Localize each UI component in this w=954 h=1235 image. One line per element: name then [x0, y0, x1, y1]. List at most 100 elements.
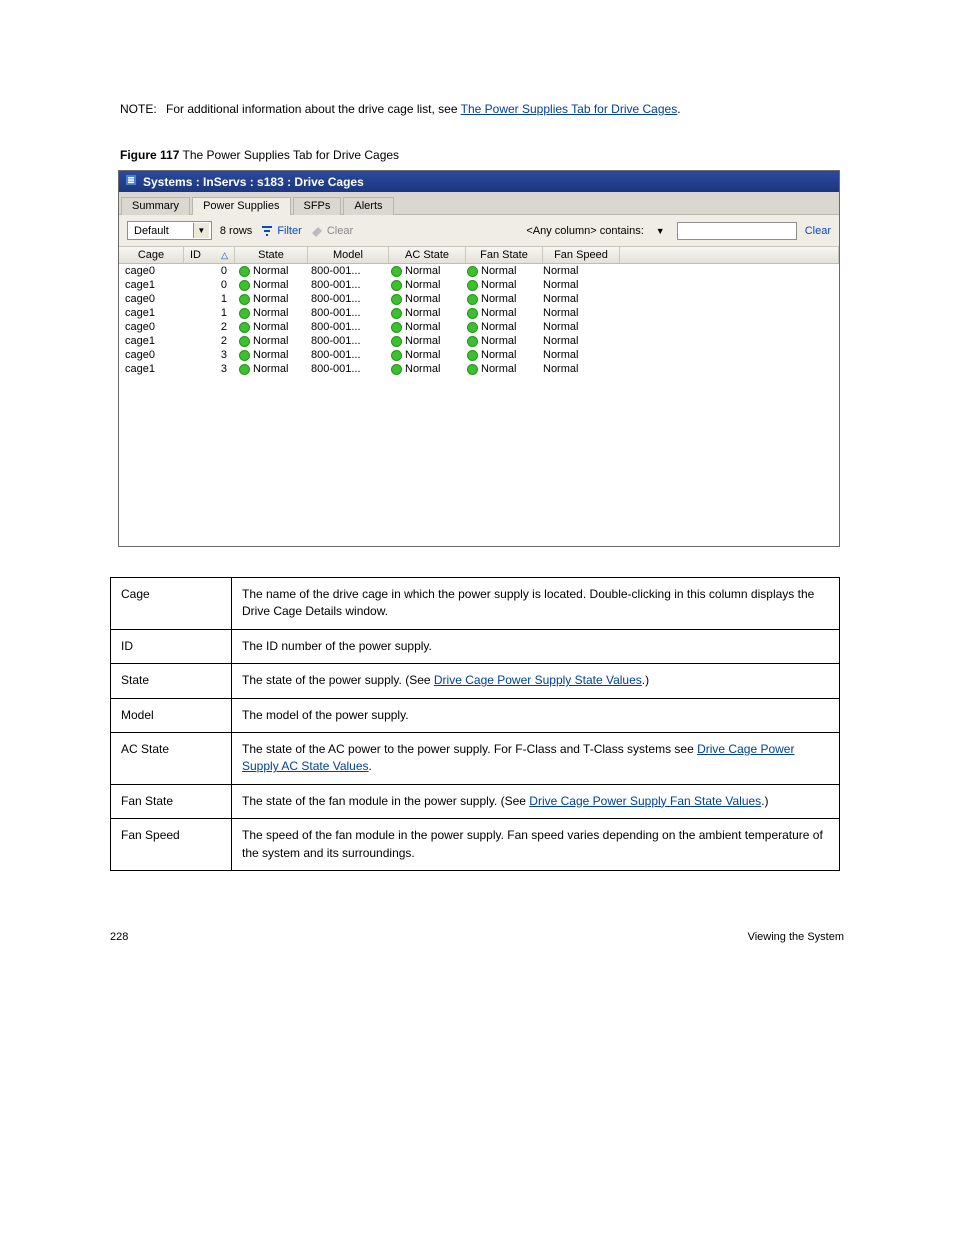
cell-fan-state: Normal: [461, 362, 537, 376]
cell-state: Normal: [233, 320, 305, 334]
tab-power-supplies[interactable]: Power Supplies: [192, 197, 290, 215]
col-state[interactable]: State: [235, 247, 308, 263]
cell-ac-state: Normal: [385, 306, 461, 320]
clear-search-link[interactable]: Clear: [805, 225, 831, 237]
view-dropdown[interactable]: Default ▼: [127, 221, 212, 240]
status-dot-icon: [239, 364, 250, 375]
filter-button[interactable]: Filter: [260, 224, 302, 238]
window-icon: [125, 174, 137, 189]
cell-ac-state: Normal: [385, 348, 461, 362]
status-dot-icon: [239, 350, 250, 361]
cell-cage: cage1: [119, 278, 183, 292]
table-row[interactable]: cage03Normal800-001...NormalNormalNormal: [119, 348, 839, 362]
table-row[interactable]: cage12Normal800-001...NormalNormalNormal: [119, 334, 839, 348]
cell-state: Normal: [233, 306, 305, 320]
desc-row: CageThe name of the drive cage in which …: [111, 578, 840, 630]
cell-fan-speed: Normal: [537, 334, 613, 348]
status-dot-icon: [391, 266, 402, 277]
status-dot-icon: [239, 294, 250, 305]
cell-ac-state: Normal: [385, 264, 461, 278]
description-table: CageThe name of the drive cage in which …: [110, 577, 840, 871]
cell-model: 800-001...: [305, 292, 385, 306]
col-fan-speed[interactable]: Fan Speed: [543, 247, 620, 263]
desc-value: The name of the drive cage in which the …: [232, 578, 840, 630]
filter-icon: [260, 224, 277, 236]
view-dropdown-value: Default: [130, 225, 193, 237]
cell-cage: cage0: [119, 348, 183, 362]
col-ac-state[interactable]: AC State: [389, 247, 466, 263]
table-row[interactable]: cage01Normal800-001...NormalNormalNormal: [119, 292, 839, 306]
desc-key: State: [111, 664, 232, 698]
status-dot-icon: [391, 336, 402, 347]
desc-row: Fan StateThe state of the fan module in …: [111, 784, 840, 818]
cell-model: 800-001...: [305, 320, 385, 334]
desc-key: ID: [111, 629, 232, 663]
sort-asc-icon: △: [221, 250, 228, 261]
note-label: NOTE:: [120, 102, 163, 116]
cell-fan-state: Normal: [461, 334, 537, 348]
cell-model: 800-001...: [305, 278, 385, 292]
note-text-after: .: [677, 102, 680, 116]
tab-alerts[interactable]: Alerts: [343, 197, 393, 215]
search-dropdown-arrow[interactable]: ▼: [652, 226, 669, 236]
table-row[interactable]: cage11Normal800-001...NormalNormalNormal: [119, 306, 839, 320]
table-row[interactable]: cage13Normal800-001...NormalNormalNormal: [119, 362, 839, 376]
desc-key: Fan Speed: [111, 819, 232, 871]
search-input[interactable]: [677, 222, 797, 240]
cell-model: 800-001...: [305, 306, 385, 320]
status-dot-icon: [467, 280, 478, 291]
cell-fan-speed: Normal: [537, 278, 613, 292]
desc-row: StateThe state of the power supply. (See…: [111, 664, 840, 698]
tab-sfps[interactable]: SFPs: [293, 197, 342, 215]
tabstrip: Summary Power Supplies SFPs Alerts: [119, 192, 839, 215]
filter-label: Filter: [277, 224, 301, 236]
status-dot-icon: [239, 280, 250, 291]
status-dot-icon: [467, 294, 478, 305]
desc-value: The state of the fan module in the power…: [232, 784, 840, 818]
cell-state: Normal: [233, 264, 305, 278]
cell-fan-speed: Normal: [537, 292, 613, 306]
cell-fan-state: Normal: [461, 320, 537, 334]
cell-cage: cage0: [119, 264, 183, 278]
note-text-before: For additional information about the dri…: [166, 102, 461, 116]
figure-title: The Power Supplies Tab for Drive Cages: [183, 148, 400, 162]
cell-ac-state: Normal: [385, 292, 461, 306]
desc-value: The state of the AC power to the power s…: [232, 732, 840, 784]
cell-cage: cage1: [119, 334, 183, 348]
col-cage[interactable]: Cage: [119, 247, 184, 263]
status-dot-icon: [239, 322, 250, 333]
eraser-icon: [310, 224, 327, 236]
status-dot-icon: [467, 266, 478, 277]
rows-count: 8 rows: [220, 225, 252, 237]
status-dot-icon: [391, 350, 402, 361]
cell-state: Normal: [233, 278, 305, 292]
desc-row: Fan SpeedThe speed of the fan module in …: [111, 819, 840, 871]
desc-link[interactable]: Drive Cage Power Supply Fan State Values: [529, 794, 761, 808]
grid-header: Cage ID △ State Model AC State Fan State…: [119, 246, 839, 264]
desc-key: Fan State: [111, 784, 232, 818]
col-model[interactable]: Model: [308, 247, 389, 263]
cell-fan-speed: Normal: [537, 348, 613, 362]
cell-fan-state: Normal: [461, 292, 537, 306]
status-dot-icon: [239, 308, 250, 319]
status-dot-icon: [467, 336, 478, 347]
table-row[interactable]: cage10Normal800-001...NormalNormalNormal: [119, 278, 839, 292]
clear-filter-button[interactable]: Clear: [310, 224, 353, 238]
status-dot-icon: [239, 266, 250, 277]
cell-fan-speed: Normal: [537, 264, 613, 278]
desc-row: IDThe ID number of the power supply.: [111, 629, 840, 663]
status-dot-icon: [391, 294, 402, 305]
status-dot-icon: [391, 280, 402, 291]
table-row[interactable]: cage00Normal800-001...NormalNormalNormal: [119, 264, 839, 278]
note-link[interactable]: The Power Supplies Tab for Drive Cages: [461, 102, 678, 116]
desc-row: AC StateThe state of the AC power to the…: [111, 732, 840, 784]
status-dot-icon: [467, 322, 478, 333]
cell-id: 1: [183, 306, 233, 320]
tab-summary[interactable]: Summary: [121, 197, 190, 215]
col-id[interactable]: ID △: [184, 247, 235, 263]
cell-cage: cage0: [119, 320, 183, 334]
table-row[interactable]: cage02Normal800-001...NormalNormalNormal: [119, 320, 839, 334]
col-fan-state[interactable]: Fan State: [466, 247, 543, 263]
window-title: Systems : InServs : s183 : Drive Cages: [143, 175, 364, 189]
desc-link[interactable]: Drive Cage Power Supply State Values: [434, 673, 642, 687]
